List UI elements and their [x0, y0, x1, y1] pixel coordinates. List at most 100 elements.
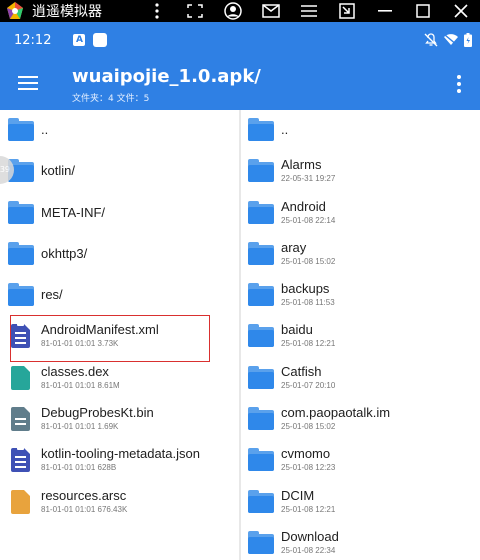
- file-name: META-INF/: [41, 204, 106, 220]
- file-name: ..: [41, 122, 49, 137]
- file-list-item[interactable]: baidu 25-01-08 12:21: [241, 316, 480, 357]
- file-list-item[interactable]: cvmomo 25-01-08 12:23: [241, 440, 480, 481]
- file-name: cvmomo: [281, 446, 331, 462]
- maximize-icon[interactable]: [404, 0, 442, 22]
- file-meta: 81-01-01 01:01 1.69K: [41, 422, 119, 432]
- arsc-file-icon: [8, 489, 34, 515]
- file-name: resources.arsc: [41, 487, 127, 503]
- app-bar: wuaipojie_1.0.apk/ 文件夹：4 文件：5: [0, 58, 480, 110]
- wifi-icon: [444, 34, 458, 46]
- folder-icon: [248, 282, 274, 308]
- file-name: com.paopaotalk.im: [281, 405, 391, 421]
- file-name: DCIM: [281, 487, 315, 503]
- file-meta: 25-01-08 12:21: [281, 504, 336, 514]
- screenshot-frame-icon[interactable]: [176, 0, 214, 22]
- hamburger-menu-icon[interactable]: [16, 72, 40, 96]
- folder-icon: [248, 241, 274, 267]
- mute-icon: [424, 33, 438, 47]
- overflow-menu-icon[interactable]: [452, 70, 466, 98]
- file-list-item[interactable]: Android 25-01-08 22:14: [241, 193, 480, 234]
- file-name: aray: [281, 239, 307, 255]
- file-list-item[interactable]: com.paopaotalk.im 25-01-08 15:02: [241, 399, 480, 440]
- file-name: okhttp3/: [41, 245, 88, 261]
- left-file-pane: .. kotlin/META-INF/okhttp3/res/AndroidMan…: [0, 110, 239, 560]
- folder-icon: [248, 117, 274, 143]
- file-list-item[interactable]: okhttp3/: [0, 234, 239, 275]
- folder-icon: [248, 447, 274, 473]
- dex-file-icon: [8, 365, 34, 391]
- xml-file-icon: [8, 323, 34, 349]
- path-title: wuaipojie_1.0.apk/: [72, 66, 261, 87]
- file-list-item[interactable]: res/: [0, 275, 239, 316]
- file-list-item[interactable]: resources.arsc 81-01-01 01:01 676.43K: [0, 482, 239, 523]
- file-meta: 81-01-01 01:01 3.73K: [41, 339, 119, 349]
- folder-icon: [248, 323, 274, 349]
- folder-icon: [248, 406, 274, 432]
- fullscreen-exit-icon[interactable]: [328, 0, 366, 22]
- file-list-item[interactable]: Catfish 25-01-07 20:10: [241, 358, 480, 399]
- close-icon[interactable]: [442, 0, 480, 22]
- file-name: classes.dex: [41, 363, 109, 379]
- file-name: res/: [41, 287, 63, 303]
- notification-a-icon: A: [73, 34, 86, 46]
- file-name: ..: [281, 122, 289, 137]
- file-list-item[interactable]: Download 25-01-08 22:34: [241, 523, 480, 560]
- file-list-item[interactable]: META-INF/: [0, 193, 239, 234]
- file-meta: 25-01-08 11:53: [281, 298, 335, 308]
- status-time: 12:12: [14, 32, 52, 48]
- file-list-item[interactable]: kotlin-tooling-metadata.json 81-01-01 01:…: [0, 440, 239, 481]
- folder-icon: [8, 117, 34, 143]
- battery-icon: [464, 33, 472, 47]
- file-name: Download: [281, 528, 339, 544]
- emulator-logo-icon: [4, 0, 26, 22]
- file-meta: 25-01-07 20:10: [281, 380, 336, 390]
- json-file-icon: [8, 447, 34, 473]
- file-meta: 81-01-01 01:01 628B: [41, 463, 117, 473]
- file-list-item[interactable]: ..: [0, 110, 239, 151]
- file-list-item[interactable]: classes.dex 81-01-01 01:01 8.61M: [0, 358, 239, 399]
- file-list-item[interactable]: AndroidManifest.xml 81-01-01 01:01 3.73K: [0, 316, 239, 357]
- file-name: kotlin/: [41, 163, 75, 179]
- file-meta: 81-01-01 01:01 676.43K: [41, 504, 128, 514]
- folder-icon: [8, 200, 34, 226]
- file-name: kotlin-tooling-metadata.json: [41, 446, 200, 462]
- account-icon[interactable]: [214, 0, 252, 22]
- file-meta: 25-01-08 22:14: [281, 215, 336, 225]
- minimize-icon[interactable]: [366, 0, 404, 22]
- file-meta: 25-01-08 15:02: [281, 256, 336, 266]
- file-name: AndroidManifest.xml: [41, 322, 159, 338]
- right-file-pane: .. Alarms 22-05-31 19:27 Android 25-01-08 22…: [241, 110, 480, 560]
- file-meta: 81-01-01 01:01 8.61M: [41, 380, 120, 390]
- file-name: baidu: [281, 322, 313, 338]
- bin-file-icon: [8, 406, 34, 432]
- file-list-item[interactable]: Alarms 22-05-31 19:27: [241, 151, 480, 192]
- file-name: Alarms: [281, 157, 322, 173]
- file-name: Catfish: [281, 363, 322, 379]
- menu-lines-icon[interactable]: [290, 0, 328, 22]
- file-meta: 25-01-08 12:21: [281, 339, 336, 349]
- file-meta: 22-05-31 19:27: [281, 174, 336, 184]
- more-vertical-icon[interactable]: [138, 0, 176, 22]
- emulator-title: 逍遥模拟器: [32, 4, 102, 20]
- folder-icon: [248, 489, 274, 515]
- mail-icon[interactable]: [252, 0, 290, 22]
- file-list-item[interactable]: DCIM 25-01-08 12:21: [241, 482, 480, 523]
- folder-icon: [248, 365, 274, 391]
- file-name: DebugProbesKt.bin: [41, 405, 154, 421]
- folder-icon: [8, 241, 34, 267]
- folder-icon: [248, 530, 274, 556]
- file-list-item[interactable]: kotlin/: [0, 151, 239, 192]
- file-meta: 25-01-08 12:23: [281, 463, 336, 473]
- file-list-item[interactable]: DebugProbesKt.bin 81-01-01 01:01 1.69K: [0, 399, 239, 440]
- folder-icon: [248, 200, 274, 226]
- file-meta: 25-01-08 22:34: [281, 545, 336, 555]
- folder-icon: [248, 158, 274, 184]
- emulator-title-bar: 逍遥模拟器: [0, 0, 480, 22]
- file-meta: 25-01-08 15:02: [281, 422, 336, 432]
- folder-icon: [8, 282, 34, 308]
- folder-file-count: 文件夹：4 文件：5: [72, 94, 150, 104]
- file-name: backups: [281, 281, 330, 297]
- file-list-item[interactable]: backups 25-01-08 11:53: [241, 275, 480, 316]
- file-list-item[interactable]: ..: [241, 110, 480, 151]
- file-list-item[interactable]: aray 25-01-08 15:02: [241, 234, 480, 275]
